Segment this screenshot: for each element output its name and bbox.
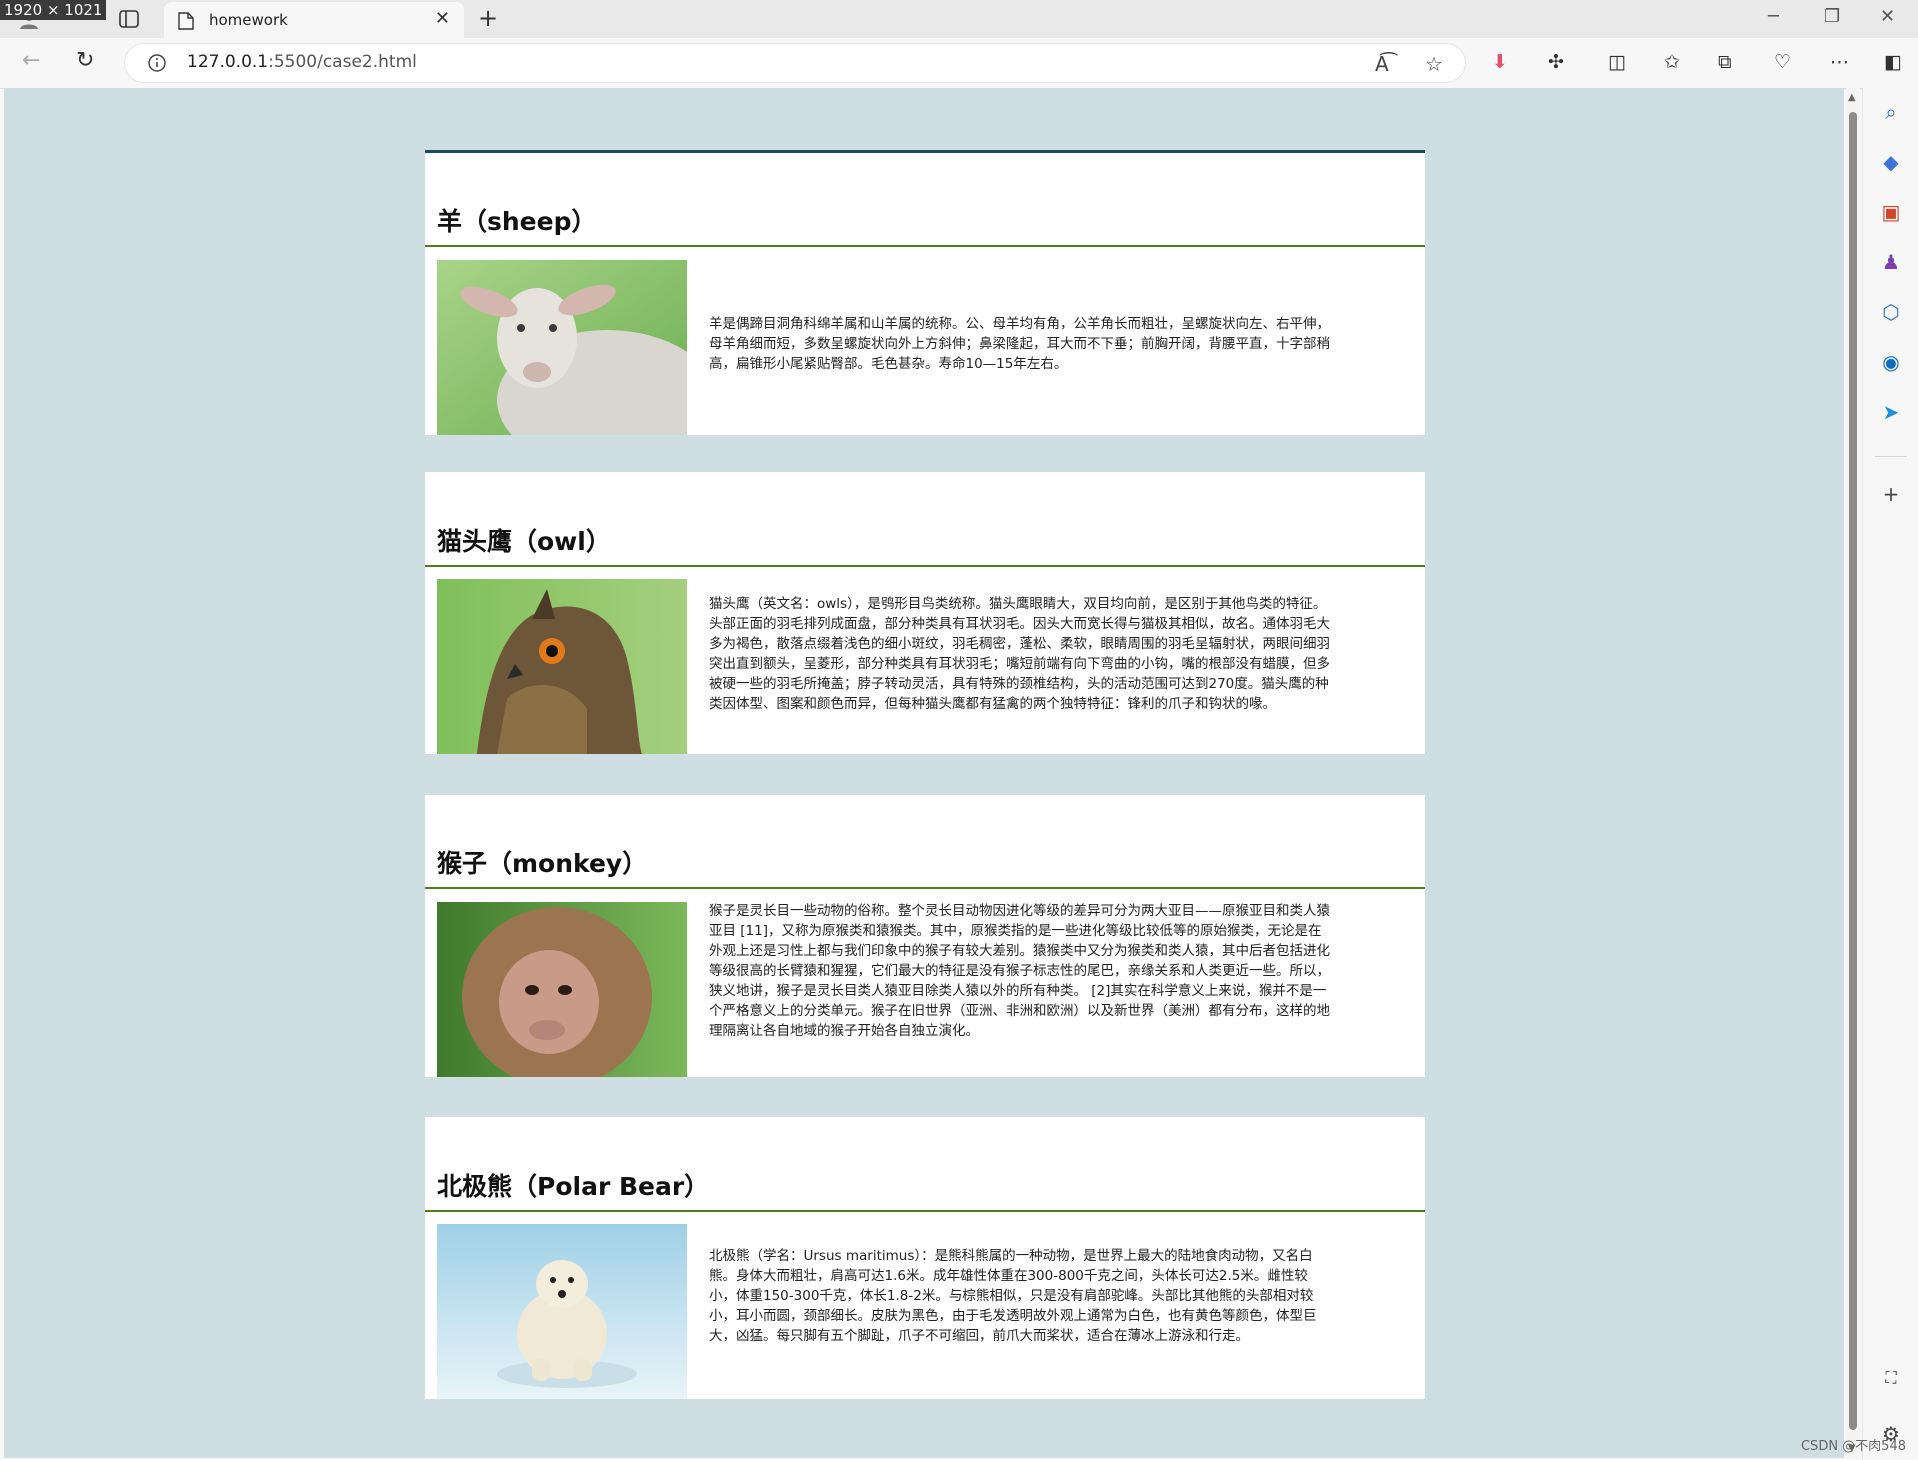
sheep-photo <box>437 260 687 435</box>
animal-card-monkey: 猴子（monkey） 猴子是灵长目一些动物的俗称。整个灵长目动物因进化等级的差异… <box>425 795 1425 1077</box>
monkey-photo <box>437 902 687 1077</box>
animal-card-polar-bear: 北极熊（Polar Bear） 北极熊（学名：Ursus maritimus）：… <box>425 1117 1425 1399</box>
section-description: 猴子是灵长目一些动物的俗称。整个灵长目动物因进化等级的差异可分为两大亚目——原猴… <box>709 903 1330 1039</box>
section-title: 羊（sheep） <box>437 207 597 236</box>
section-description: 猫头鹰（英文名：owls），是鸮形目鸟类统称。猫头鹰眼睛大，双目均向前，是区别于… <box>709 596 1330 712</box>
add-icon[interactable]: + <box>1879 482 1903 506</box>
tab-title: homework <box>209 11 288 29</box>
restore-icon[interactable]: ❐ <box>1824 6 1840 27</box>
address-bar[interactable]: 127.0.0.1:5500/case2.html A͡ ☆ <box>124 43 1466 83</box>
title-underline <box>425 1210 1425 1212</box>
sidebar-divider <box>1875 456 1907 457</box>
animal-card-owl: 猫头鹰（owl） 猫头鹰（英文名：owls），是鸮形目鸟类统称。猫头鹰眼睛大，双… <box>425 472 1425 754</box>
page-scrollbar[interactable]: ▲ ▼ <box>1846 88 1860 1458</box>
toolbar: ← ↻ 127.0.0.1:5500/case2.html A͡ ☆ ⬇ ✣ ◫… <box>0 38 1918 89</box>
copilot-icon[interactable]: ⬡ <box>1879 300 1903 324</box>
tab-strip: 1920 × 1021 homework ✕ + ─ ❐ ✕ <box>0 0 1918 38</box>
read-aloud-icon[interactable]: A͡ <box>1375 52 1389 76</box>
section-title: 猫头鹰（owl） <box>437 527 611 556</box>
site-info-icon[interactable] <box>147 53 167 77</box>
tools-icon[interactable]: ▣ <box>1879 200 1903 224</box>
owl-photo <box>437 579 687 754</box>
edge-sidebar: ⌕ ◆ ▣ ♟ ⬡ ◉ ➤ + ⛶ ⚙ <box>1862 88 1918 1460</box>
favorites-icon[interactable]: ✩ <box>1664 51 1680 73</box>
scrollbar-thumb[interactable] <box>1849 112 1857 1430</box>
url-text: 127.0.0.1:5500/case2.html <box>187 52 417 72</box>
split-screen-icon[interactable]: ◫ <box>1608 51 1626 73</box>
active-tab[interactable]: homework ✕ <box>164 2 464 38</box>
page-content: 羊（sheep） 羊是偶蹄目洞角科绵羊属和山羊属的统称。公、母羊均有角，公羊角长… <box>4 88 1844 1458</box>
tab-actions-icon[interactable] <box>118 8 140 30</box>
title-underline <box>425 565 1425 567</box>
polar-bear-photo <box>437 1224 687 1399</box>
sidebar-toggle-icon[interactable]: ◧ <box>1884 51 1902 73</box>
scroll-up-arrow-icon[interactable]: ▲ <box>1848 92 1856 103</box>
collections-icon[interactable]: ⧉ <box>1718 51 1732 73</box>
browser-essentials-icon[interactable]: ♡ <box>1774 51 1791 73</box>
search-icon[interactable]: ⌕ <box>1879 100 1903 124</box>
section-title: 北极熊（Polar Bear） <box>437 1172 710 1201</box>
screenshot-icon[interactable]: ⛶ <box>1879 1366 1903 1390</box>
section-description: 羊是偶蹄目洞角科绵羊属和山羊属的统称。公、母羊均有角，公羊角长而粗壮，呈螺旋状向… <box>709 316 1330 372</box>
outlook-icon[interactable]: ◉ <box>1879 350 1903 374</box>
download-icon[interactable]: ⬇ <box>1492 51 1508 73</box>
section-description: 北极熊（学名：Ursus maritimus）：是熊科熊属的一种动物，是世界上最… <box>709 1248 1317 1344</box>
section-title: 猴子（monkey） <box>437 849 648 878</box>
url-host: 127.0.0.1 <box>187 52 269 72</box>
reload-icon[interactable]: ↻ <box>76 48 94 73</box>
new-tab-icon[interactable]: + <box>478 4 498 32</box>
extensions-icon[interactable]: ✣ <box>1548 51 1564 73</box>
send-icon[interactable]: ➤ <box>1879 400 1903 424</box>
window-close-icon[interactable]: ✕ <box>1880 6 1895 27</box>
minimize-icon[interactable]: ─ <box>1768 6 1779 27</box>
shopping-tag-icon[interactable]: ◆ <box>1879 150 1903 174</box>
title-underline <box>425 887 1425 889</box>
games-icon[interactable]: ♟ <box>1879 250 1903 274</box>
close-tab-icon[interactable]: ✕ <box>435 8 450 29</box>
favorite-star-icon[interactable]: ☆ <box>1425 52 1443 76</box>
page-icon <box>178 12 194 34</box>
url-path: :5500/case2.html <box>268 52 417 72</box>
animal-card-sheep: 羊（sheep） 羊是偶蹄目洞角科绵羊属和山羊属的统称。公、母羊均有角，公羊角长… <box>425 150 1425 435</box>
more-menu-icon[interactable]: ⋯ <box>1830 51 1849 73</box>
screen-size-badge: 1920 × 1021 <box>0 0 107 20</box>
csdn-watermark: CSDN @不肉548 <box>1800 1439 1906 1454</box>
title-underline <box>425 245 1425 247</box>
back-icon[interactable]: ← <box>22 48 40 73</box>
